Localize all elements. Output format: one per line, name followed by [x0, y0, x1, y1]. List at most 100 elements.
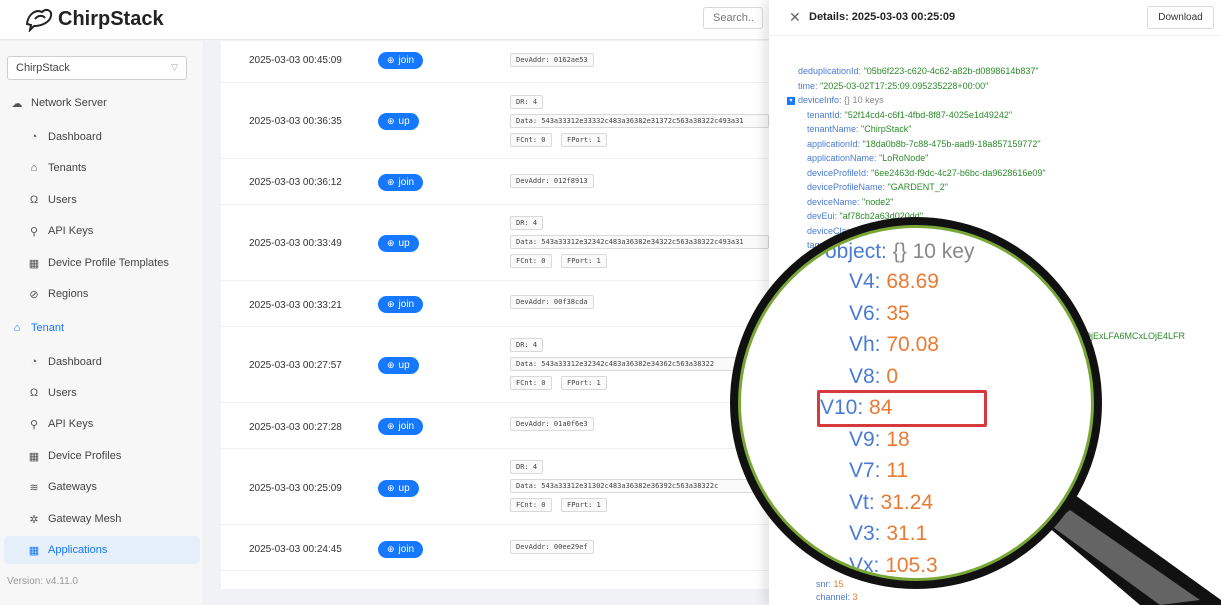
dashboard-icon: ◔ [30, 131, 38, 143]
json-line[interactable]: ▾ deviceInfo: {} 10 keys [787, 95, 884, 105]
sidebar-item-label: Tenants [48, 162, 87, 174]
event-type-button[interactable]: ⊕ join [378, 296, 424, 313]
sidebar-item-label: Users [48, 194, 77, 206]
table-row[interactable]: 2025-03-03 00:36:35 ⊕ up DR: 4 Data: 543a… [221, 83, 781, 159]
key-icon: ⚲ [29, 418, 39, 431]
key-icon: ⚲ [29, 225, 39, 238]
version-label: Version: v4.11.0 [7, 576, 78, 587]
home-icon: ⌂ [13, 322, 21, 334]
json-value-partial: OjExLFA6MCxLOjE4LFR [1084, 331, 1186, 341]
table-row[interactable]: 2025-03-03 00:45:09 ⊕ join DevAddr: 0162a… [221, 41, 781, 83]
sidebar-item-ns-dashboard[interactable]: ◔ Dashboard [0, 123, 204, 151]
event-type-button[interactable]: ⊕ join [378, 418, 424, 435]
event-tag: FPort: 1 [561, 133, 607, 147]
event-timestamp: 2025-03-03 00:27:57 [249, 360, 342, 371]
sidebar-item-label: Gateways [48, 481, 97, 493]
search-icon: ⊕ [387, 238, 395, 248]
event-tag: FCnt: 0 [510, 133, 552, 147]
json-line: devEui: "af78cb2a63d020dd" [807, 211, 924, 221]
search-icon: ⊕ [387, 544, 395, 554]
sidebar-item-gateways[interactable]: ≋ Gateways [0, 473, 204, 501]
sidebar-item-regions[interactable]: ⊘ Regions [0, 280, 204, 308]
event-timestamp: 2025-03-03 00:36:12 [249, 177, 342, 188]
sidebar-item-label: API Keys [48, 418, 94, 430]
sidebar-item-tenant-api-keys[interactable]: ⚲ API Keys [0, 410, 204, 438]
user-icon: Ω [29, 387, 39, 399]
event-tag: DR: 4 [510, 460, 544, 474]
nav-group-network-server[interactable]: ☁ Network Server [0, 89, 204, 117]
event-timestamp: 2025-03-03 00:27:28 [249, 422, 342, 433]
event-type-button[interactable]: ⊕ up [378, 113, 419, 130]
collapse-toggle-icon[interactable]: ▾ [787, 96, 795, 105]
event-type-button[interactable]: ⊕ up [378, 480, 419, 497]
json-line: deviceProfileName: "GARDENT_2" [807, 182, 948, 192]
event-tag: DevAddr: 00f38cda [510, 295, 594, 309]
sidebar-item-tenant-dashboard[interactable]: ◔ Dashboard [0, 348, 204, 376]
table-row[interactable]: 2025-03-03 00:33:49 ⊕ up DR: 4 Data: 543a… [221, 205, 781, 281]
home-icon: ⌂ [30, 162, 38, 174]
sidebar-item-label: Users [48, 387, 77, 399]
event-type-button[interactable]: ⊕ up [378, 235, 419, 252]
download-button[interactable]: Download [1147, 6, 1214, 29]
table-row[interactable]: 2025-03-03 00:27:57 ⊕ up DR: 4 Data: 543a… [221, 327, 781, 403]
apps-icon: ▦ [28, 544, 40, 557]
search-icon: ⊕ [387, 483, 395, 493]
event-type-button[interactable]: ⊕ join [378, 174, 424, 191]
json-line: applicationName: "LoRoNode" [807, 153, 929, 163]
search-icon: ⊕ [387, 55, 395, 65]
sidebar-item-applications[interactable]: ▦ Applications [4, 536, 200, 564]
compass-icon: ⊘ [29, 288, 39, 301]
sidebar-item-ns-users[interactable]: Ω Users [0, 186, 204, 214]
mesh-icon: ✲ [29, 513, 39, 526]
user-icon: Ω [29, 194, 39, 206]
sidebar-item-label: Device Profiles [48, 450, 122, 462]
sidebar-item-tenant-users[interactable]: Ω Users [0, 379, 204, 407]
chirpstack-bird-icon [25, 8, 53, 32]
table-row[interactable]: 2025-03-03 00:33:21 ⊕ join DevAddr: 00f38… [221, 281, 781, 327]
chirpstack-logo[interactable]: ChirpStack [24, 6, 164, 32]
event-type-button[interactable]: ⊕ up [378, 357, 419, 374]
sidebar-item-gateway-mesh[interactable]: ✲ Gateway Mesh [0, 505, 204, 533]
event-timestamp: 2025-03-03 00:33:49 [249, 238, 342, 249]
search-input[interactable] [703, 7, 763, 29]
sidebar-item-label: Dashboard [48, 356, 102, 368]
table-row[interactable]: 2025-03-03 00:36:12 ⊕ join DevAddr: 012f8… [221, 159, 781, 205]
event-type-button[interactable]: ⊕ join [378, 52, 424, 69]
event-timestamp: 2025-03-03 00:45:09 [249, 55, 342, 66]
event-tag: Data: 543a33312e33332c483a36382e31372c56… [510, 114, 769, 128]
grid-icon: ▦ [28, 257, 40, 270]
json-line: tenantName: "ChirpStack" [807, 124, 912, 134]
sidebar-item-ns-api-keys[interactable]: ⚲ API Keys [0, 217, 204, 245]
sidebar-item-label: API Keys [48, 225, 94, 237]
nav-group-tenant[interactable]: ⌂ Tenant [0, 314, 204, 342]
events-table: 2025-03-03 00:45:09 ⊕ join DevAddr: 0162a… [221, 41, 781, 589]
event-tag: FCnt: 0 [510, 498, 552, 512]
event-tag: FPort: 1 [561, 376, 607, 390]
event-tag: DevAddr: 00ee29ef [510, 540, 594, 554]
event-tag: DevAddr: 012f8913 [510, 174, 594, 188]
json-line-snr: snr: 15 [816, 579, 844, 589]
chevron-down-icon: ▽ [171, 62, 178, 72]
sidebar-item-label: Regions [48, 288, 89, 300]
event-type-button[interactable]: ⊕ join [378, 541, 424, 558]
json-line: time: "2025-03-02T17:25:09.095235228+00:… [798, 80, 989, 91]
event-timestamp: 2025-03-03 00:33:21 [249, 300, 342, 311]
sidebar-item-device-profiles[interactable]: ▦ Device Profiles [0, 442, 204, 470]
search-icon: ⊕ [387, 421, 395, 431]
sidebar-item-device-profile-templates[interactable]: ▦ Device Profile Templates [0, 249, 204, 277]
table-row[interactable]: 2025-03-03 00:24:45 ⊕ join DevAddr: 00ee2… [221, 525, 781, 571]
search-icon: ⊕ [387, 116, 395, 126]
table-row[interactable]: 2025-03-03 00:27:28 ⊕ join DevAddr: 01a0f… [221, 403, 781, 449]
event-tag: DevAddr: 0162ae53 [510, 53, 594, 67]
event-tag: DevAddr: 01a0f6e3 [510, 417, 594, 431]
details-drawer: ✕ Details: 2025-03-03 00:25:09 Download … [769, 0, 1221, 605]
sidebar: ChirpStack ▽ ☁ Network Server ◔ Dashboar… [0, 41, 204, 605]
sidebar-item-label: Gateway Mesh [48, 513, 122, 525]
table-row[interactable]: 2025-03-03 00:25:09 ⊕ up DR: 4 Data: 543a… [221, 449, 781, 525]
sidebar-item-tenants[interactable]: ⌂ Tenants [0, 154, 204, 182]
tenant-selector[interactable]: ChirpStack ▽ [7, 56, 187, 80]
close-icon[interactable]: ✕ [789, 9, 801, 26]
event-timestamp: 2025-03-03 00:36:35 [249, 116, 342, 127]
cloud-icon: ☁ [11, 97, 23, 110]
event-tag: Data: 543a33312e31302c483a36382e36392c56… [510, 479, 769, 493]
